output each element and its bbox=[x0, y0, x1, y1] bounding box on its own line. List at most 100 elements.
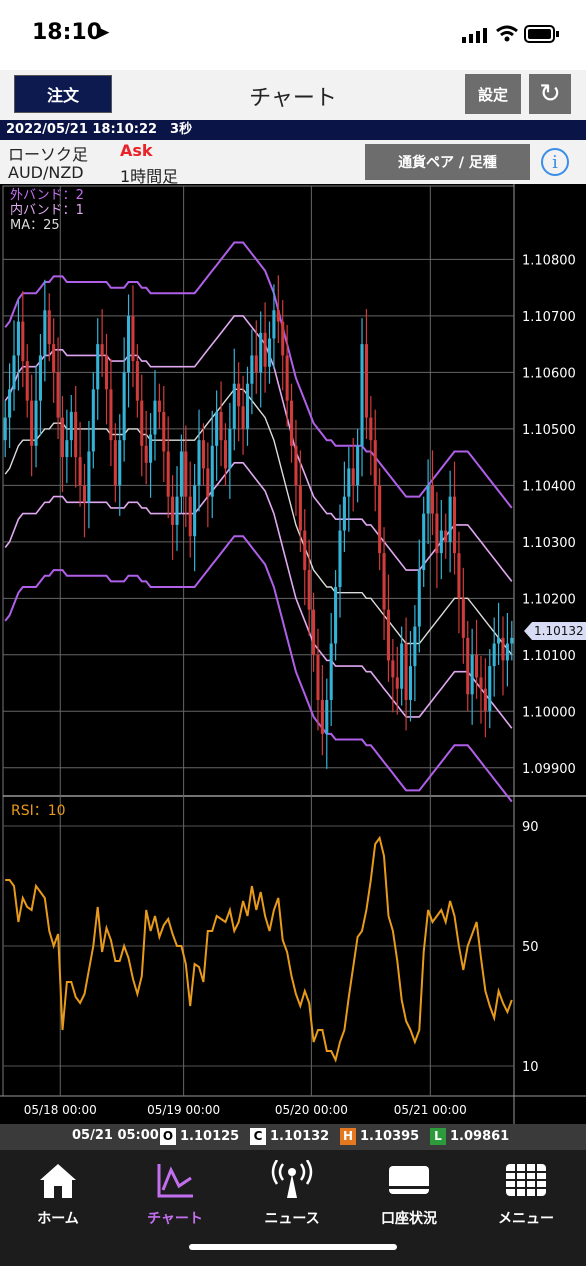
candle-body bbox=[320, 699, 324, 734]
header-bar: 注文 チャート 設定 ↻ bbox=[0, 70, 586, 120]
candle-body bbox=[378, 485, 382, 554]
high-value: 1.10395 bbox=[360, 1129, 420, 1144]
candle-body bbox=[475, 654, 479, 678]
date-tick-label: 05/20 00:00 bbox=[275, 1103, 348, 1117]
candle-body bbox=[210, 445, 214, 497]
candle-body bbox=[65, 440, 69, 458]
wifi-icon bbox=[495, 24, 519, 46]
ohlc-open: O 1.10125 bbox=[160, 1128, 239, 1145]
tab-menu[interactable]: メニュー bbox=[471, 1160, 581, 1228]
price-tick-label: 1.10000 bbox=[522, 705, 576, 720]
candle-body bbox=[47, 310, 51, 345]
candle-body bbox=[356, 445, 360, 486]
candle-body bbox=[452, 496, 457, 554]
candle-body bbox=[430, 485, 435, 514]
candle-body bbox=[347, 468, 351, 497]
tab-home[interactable]: ホーム bbox=[3, 1160, 113, 1228]
candle-body bbox=[223, 440, 228, 469]
candle-body bbox=[179, 451, 183, 497]
candle-body bbox=[69, 411, 73, 441]
candle-body bbox=[395, 677, 399, 689]
candle-body bbox=[34, 400, 38, 446]
candle-body bbox=[338, 530, 342, 588]
candle-body bbox=[184, 451, 188, 497]
tab-home-label: ホーム bbox=[37, 1211, 79, 1227]
inner-band-lower bbox=[4, 462, 513, 729]
legend-outer-band: 外バンド：2 bbox=[10, 188, 84, 203]
candle-body bbox=[8, 389, 12, 418]
pair-timeframe-button[interactable]: 通貨ペア / 足種 bbox=[365, 144, 530, 180]
price-tick-label: 1.10600 bbox=[522, 366, 576, 381]
candle-body bbox=[228, 428, 232, 469]
candle-body bbox=[505, 643, 509, 661]
low-value: 1.09861 bbox=[450, 1129, 510, 1144]
home-icon bbox=[40, 1164, 76, 1198]
candle-body bbox=[360, 344, 364, 446]
candle-body bbox=[457, 553, 461, 599]
candle-body bbox=[497, 637, 501, 644]
candle-body bbox=[364, 344, 368, 418]
settings-button[interactable]: 設定 bbox=[465, 74, 521, 114]
open-value: 1.10125 bbox=[180, 1129, 240, 1144]
candle-body bbox=[25, 361, 29, 401]
candle-body bbox=[400, 643, 404, 689]
candle-body bbox=[43, 310, 47, 356]
datetime-bar: 2022/05/21 18:10:22 3秒 bbox=[0, 120, 586, 140]
candle-body bbox=[144, 445, 148, 463]
candle-body bbox=[316, 654, 320, 700]
candle-body bbox=[373, 440, 377, 486]
price-tick-label: 1.10700 bbox=[522, 310, 576, 325]
candle-body bbox=[206, 468, 210, 497]
candle-body bbox=[157, 400, 161, 412]
candle-body bbox=[382, 553, 386, 610]
candle-body bbox=[38, 355, 42, 401]
candle-body bbox=[444, 530, 448, 542]
candle-body bbox=[52, 344, 56, 373]
candle-body bbox=[510, 637, 514, 644]
candle-body bbox=[21, 321, 25, 362]
tab-account[interactable]: 口座状況 bbox=[354, 1160, 464, 1228]
order-button[interactable]: 注文 bbox=[14, 75, 112, 113]
plot-frame bbox=[2, 185, 515, 1097]
candle-body bbox=[153, 400, 157, 435]
legend-inner-band: 内バンド：1 bbox=[10, 203, 84, 218]
ohlc-high: H 1.10395 bbox=[340, 1128, 419, 1145]
candle-body bbox=[100, 344, 104, 356]
news-icon bbox=[271, 1159, 313, 1198]
candle-body bbox=[127, 315, 131, 373]
menu-grid-icon bbox=[506, 1164, 546, 1196]
refresh-button[interactable]: ↻ bbox=[529, 74, 571, 114]
rsi-label: RSI：10 bbox=[11, 803, 66, 819]
price-chart[interactable]: 1.10800 1.10700 1.10600 1.10500 1.10400 1.103… bbox=[0, 184, 586, 1124]
candle-body bbox=[87, 451, 91, 503]
candle-body bbox=[12, 355, 16, 390]
candle-body bbox=[175, 496, 179, 525]
candle-body bbox=[162, 411, 166, 452]
info-icon[interactable]: i bbox=[541, 148, 569, 176]
candle-body bbox=[82, 485, 87, 503]
candle-body bbox=[298, 485, 302, 531]
chart-area[interactable]: 1.10800 1.10700 1.10600 1.10500 1.10400 1.103… bbox=[0, 184, 586, 1124]
candle-body bbox=[109, 389, 113, 441]
candle-body bbox=[466, 637, 470, 695]
candle-body bbox=[329, 643, 333, 700]
ohlc-time: 05/21 05:00 bbox=[72, 1128, 159, 1143]
candle-body bbox=[259, 332, 263, 373]
candle-body bbox=[483, 688, 487, 712]
candle-body bbox=[285, 355, 289, 401]
tab-chart[interactable]: チャート bbox=[120, 1160, 230, 1228]
candle-body bbox=[294, 445, 298, 486]
candle-body bbox=[439, 530, 443, 554]
high-tag: H bbox=[340, 1128, 356, 1145]
candle-body bbox=[448, 496, 452, 542]
candle-body bbox=[479, 677, 483, 689]
refresh-icon: ↻ bbox=[539, 79, 561, 109]
candle-body bbox=[171, 496, 175, 525]
candle-body bbox=[461, 598, 465, 638]
rsi-tick-label: 50 bbox=[522, 940, 539, 955]
candle-body bbox=[3, 417, 7, 441]
tab-news[interactable]: ニュース bbox=[237, 1159, 347, 1228]
candle-body bbox=[325, 699, 329, 734]
candle-body bbox=[386, 609, 390, 661]
currency-pair-label: AUD/NZD bbox=[8, 163, 84, 182]
